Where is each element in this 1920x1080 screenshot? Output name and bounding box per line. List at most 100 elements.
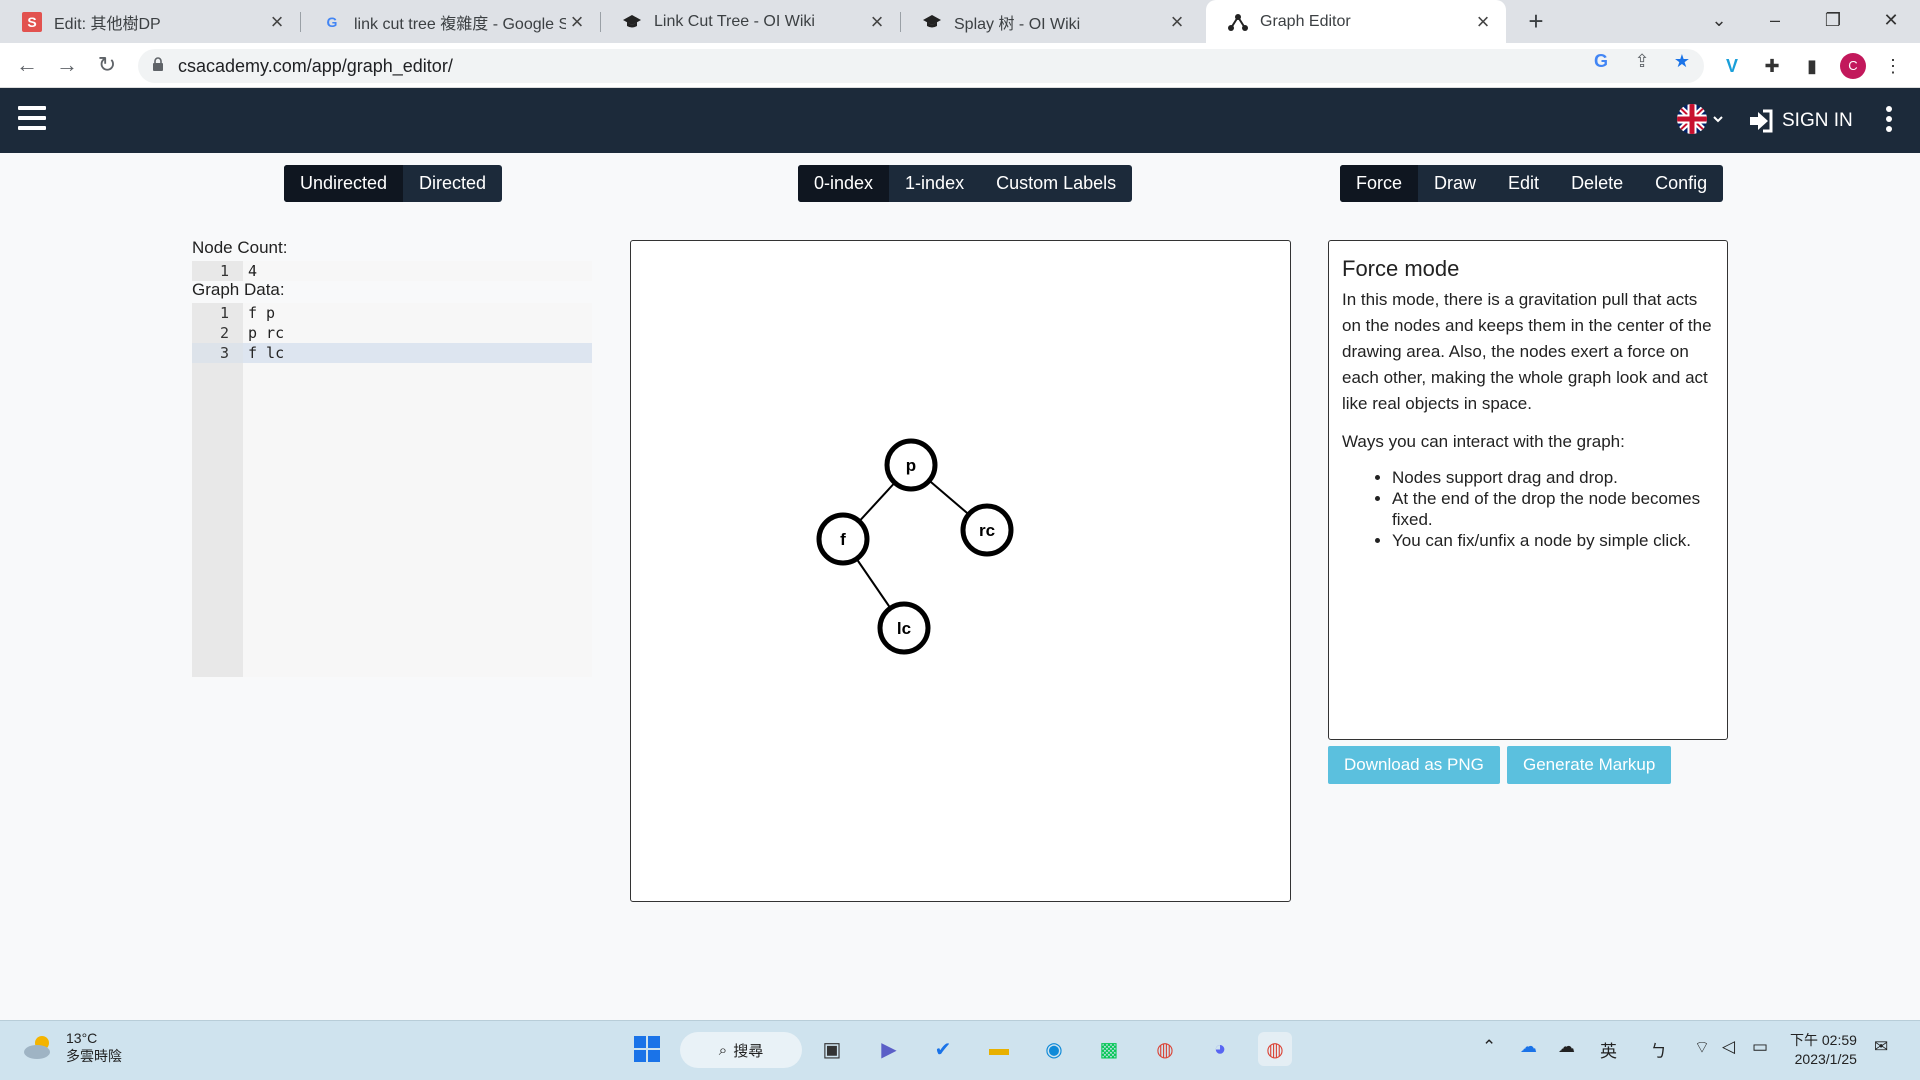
address-bar[interactable]: csacademy.com/app/graph_editor/ [138,49,1704,83]
browser-tab[interactable]: G link cut tree 複雜度 - Google Se × [300,0,601,43]
sign-in-button[interactable]: SIGN IN [1748,106,1853,136]
chrome-icon[interactable]: ◍ [1148,1032,1182,1066]
edit-mode-button[interactable]: Edit [1492,165,1555,202]
tab-title: link cut tree 複雜度 - Google Se [354,15,566,33]
restore-button[interactable]: ❐ [1810,0,1856,40]
language-selector[interactable] [1676,102,1724,136]
share-icon[interactable]: ⇪ [1631,50,1653,72]
todo-check-icon[interactable]: ✔ [926,1032,960,1066]
graph-icon [1228,12,1248,32]
tab-search-icon[interactable]: ⌄ [1696,0,1742,40]
volume-icon[interactable]: ◁ [1722,1037,1735,1057]
line-number: 2 [219,324,229,342]
download-png-button[interactable]: Download as PNG [1328,746,1500,784]
google-lens-icon[interactable]: G [1590,50,1612,72]
direction-toggle: Undirected Directed [284,165,503,202]
address-bar-row: ← → ↻ csacademy.com/app/graph_editor/ G … [0,43,1920,88]
browser-menu-icon[interactable]: ⋮ [1880,53,1906,79]
delete-mode-button[interactable]: Delete [1555,165,1639,202]
graph-node-p[interactable]: p [884,438,938,492]
custom-labels-button[interactable]: Custom Labels [980,165,1132,202]
mortarboard-icon [622,12,642,32]
close-tab-icon[interactable]: × [866,9,888,35]
bookmark-star-icon[interactable]: ★ [1671,50,1693,72]
teams-chat-icon[interactable]: ▶ [872,1032,906,1066]
minimize-button[interactable]: – [1752,0,1798,40]
lock-icon [153,57,163,71]
system-clock[interactable]: 下午 02:59 2023/1/25 [1790,1031,1857,1069]
back-arrow-icon[interactable]: ← [12,51,42,81]
one-index-button[interactable]: 1-index [889,165,980,202]
graph-canvas[interactable]: p f rc lc [630,240,1291,902]
zero-index-button[interactable]: 0-index [798,165,890,202]
mortarboard-icon [922,12,942,32]
graph-node-label: p [906,456,916,475]
show-hidden-icons-icon[interactable]: ⌃ [1482,1037,1496,1057]
generate-markup-button[interactable]: Generate Markup [1507,746,1672,784]
config-mode-button[interactable]: Config [1639,165,1723,202]
browser-tab[interactable]: Splay 树 - OI Wiki × [900,0,1200,43]
browser-tab-bar: S Edit: 其他樹DP × G link cut tree 複雜度 - Go… [0,0,1920,43]
profile-avatar[interactable]: C [1840,53,1866,79]
node-count-editor[interactable]: 1 4 [192,261,592,281]
ime-mode-indicator[interactable]: ㄅ [1650,1037,1667,1062]
browser-tab[interactable]: S Edit: 其他樹DP × [0,0,301,43]
close-tab-icon[interactable]: × [1166,9,1188,35]
undirected-button[interactable]: Undirected [284,165,404,202]
code-line: p rc [248,324,285,342]
battery-icon[interactable]: ▭ [1752,1037,1768,1057]
cloud-icon[interactable]: ☁ [1558,1037,1575,1057]
side-panel-icon[interactable]: ▮ [1799,53,1825,79]
graph-drawing[interactable]: p f rc lc [631,241,1290,901]
reload-icon[interactable]: ↻ [92,51,122,81]
tab-title: Link Cut Tree - OI Wiki [654,12,815,30]
browser-tab-active[interactable]: Graph Editor × [1206,0,1506,43]
edge-browser-icon[interactable]: ◉ [1037,1032,1071,1066]
s-favicon-icon: S [22,11,42,32]
vimeo-extension-icon[interactable]: V [1719,53,1745,79]
temperature-text: 13°C [66,1030,98,1046]
sign-in-icon [1750,109,1773,133]
discord-icon[interactable]: ◕ [1203,1032,1237,1066]
notification-icon[interactable]: ✉ [1874,1037,1888,1057]
close-tab-icon[interactable]: × [566,9,588,35]
browser-tab[interactable]: Link Cut Tree - OI Wiki × [600,0,901,43]
taskbar-search[interactable]: ⌕ 搜尋 [680,1032,802,1068]
line-gutter: 1 2 3 [192,303,243,677]
onedrive-icon[interactable]: ☁ [1520,1037,1537,1057]
new-tab-button[interactable]: + [1520,6,1552,38]
directed-button[interactable]: Directed [403,165,502,202]
draw-mode-button[interactable]: Draw [1418,165,1492,202]
windows-taskbar: 13°C 多雲時陰 ⌕ 搜尋 ▣ ▶ ✔ ▬ ◉ ▩ ◍ ◕ ◍ ⌃ ☁ ☁ 英… [0,1020,1920,1080]
close-tab-icon[interactable]: × [266,9,288,35]
graph-data-editor[interactable]: 1 2 3 f p p rc f lc [192,303,592,677]
ime-indicator[interactable]: 英 [1600,1037,1617,1062]
tab-title: Splay 树 - OI Wiki [954,15,1081,33]
task-view-icon[interactable]: ▣ [815,1032,849,1066]
graph-node-rc[interactable]: rc [960,503,1014,557]
info-panel: Force mode In this mode, there is a grav… [1328,240,1728,740]
weather-widget[interactable]: 13°C 多雲時陰 [22,1029,122,1065]
graph-node-label: f [840,530,846,549]
line-number: 1 [219,304,229,322]
graph-node-lc[interactable]: lc [877,601,931,655]
close-tab-icon[interactable]: × [1472,9,1494,35]
close-window-button[interactable]: ✕ [1868,0,1914,40]
forward-arrow-icon[interactable]: → [52,51,82,81]
hamburger-menu-icon[interactable] [18,106,46,132]
chrome-profile-icon[interactable]: ◍ [1258,1032,1292,1066]
info-ways-title: Ways you can interact with the graph: [1342,432,1625,451]
extensions-puzzle-icon[interactable]: ✚ [1759,53,1785,79]
windows-start-icon[interactable] [630,1032,664,1066]
file-explorer-icon[interactable]: ▬ [982,1032,1016,1066]
tip-item: You can fix/unfix a node by simple click… [1392,530,1714,551]
google-favicon-icon: G [326,13,338,30]
line-number: 3 [192,343,243,363]
more-options-icon[interactable] [1880,106,1898,136]
graph-node-f[interactable]: f [816,512,870,566]
search-label: 搜尋 [733,1042,764,1060]
wifi-icon[interactable]: ⌔ [1694,1037,1710,1058]
force-mode-button[interactable]: Force [1340,165,1419,202]
tab-title: Edit: 其他樹DP [54,15,161,33]
line-app-icon[interactable]: ▩ [1092,1032,1126,1066]
